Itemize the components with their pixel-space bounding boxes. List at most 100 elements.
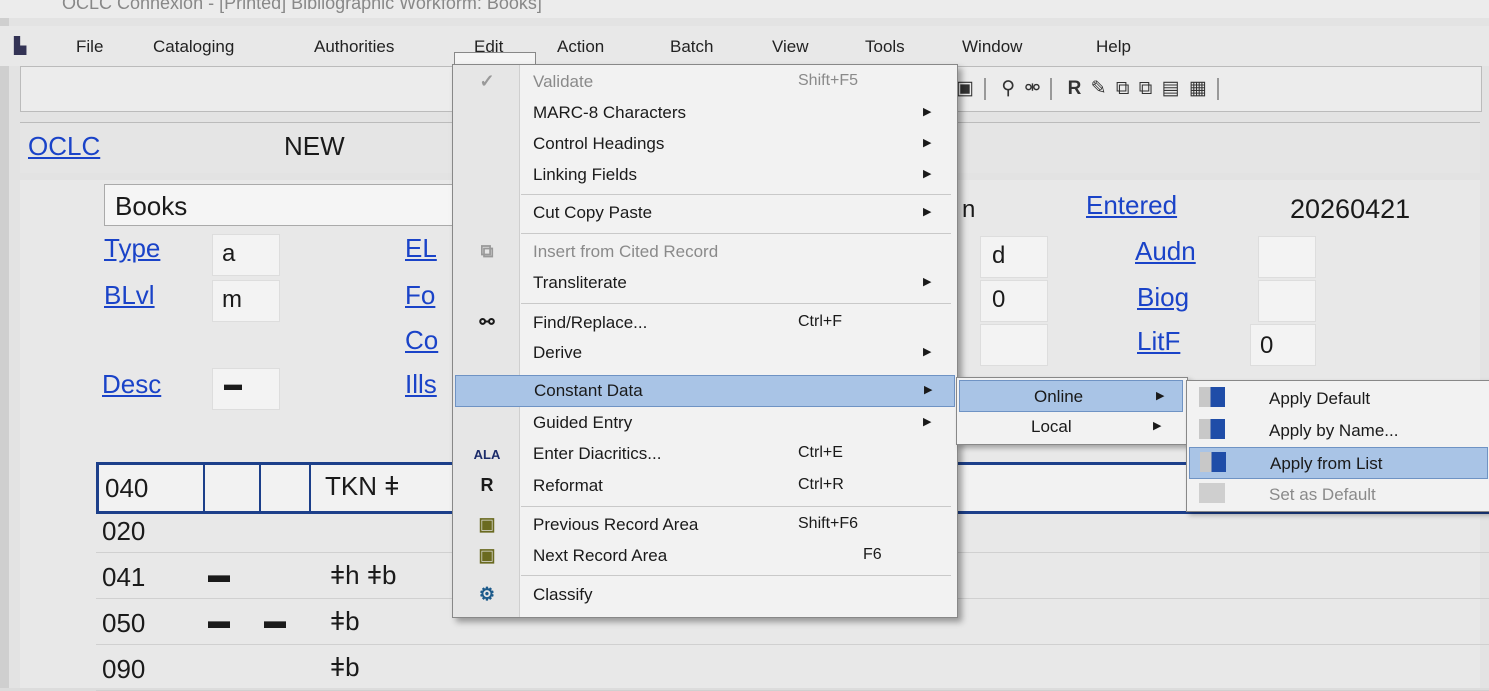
apply-default-icon <box>1199 387 1225 407</box>
field-desc-label[interactable]: Desc <box>102 369 161 400</box>
submenu-arrow-icon: ▶ <box>1156 390 1165 402</box>
menu-item-derive[interactable]: Derive ▶ <box>453 338 957 368</box>
menu-view[interactable]: View <box>772 37 809 57</box>
marc-tag: 040 <box>105 473 149 503</box>
menu-item-control-headings[interactable]: Control Headings ▶ <box>453 129 957 159</box>
menu-edit[interactable]: Edit <box>474 37 503 57</box>
oclc-link[interactable]: OCLC <box>28 131 100 162</box>
menu-item-guided-entry[interactable]: Guided Entry ▶ <box>453 408 957 438</box>
menu-item-linking-fields[interactable]: Linking Fields ▶ <box>453 160 957 190</box>
menu-item-next-record-area[interactable]: ▣ Next Record Area F6 <box>453 541 957 571</box>
menu-bar: ▙ File Cataloging Authorities Edit Actio… <box>0 26 1489 95</box>
marc-content[interactable]: ǂb <box>330 606 360 637</box>
field-litf-label[interactable]: LitF <box>1137 326 1180 357</box>
field-litf-value: 0 <box>1260 332 1274 359</box>
menu-item-constant-data[interactable]: Constant Data ▶ <box>455 375 955 407</box>
menu-item-classify[interactable]: ⚙ Classify <box>453 580 957 610</box>
menu-action[interactable]: Action <box>557 37 604 57</box>
field-conf-box[interactable] <box>980 280 1048 322</box>
menu-item-find-replace[interactable]: ⚯ Find/Replace... Ctrl+F <box>453 308 957 338</box>
menu-help[interactable]: Help <box>1096 37 1131 57</box>
submenu-item-apply-default[interactable]: Apply Default <box>1187 383 1489 413</box>
marc-ind1[interactable]: ▬ <box>208 608 230 634</box>
find-next-icon[interactable]: ⚮ <box>1024 78 1042 99</box>
field-audn-box[interactable] <box>1258 236 1316 278</box>
menu-cataloging[interactable]: Cataloging <box>153 37 234 57</box>
title-bar: OCLC Connexion - [Printed] Bibliographic… <box>0 0 1489 18</box>
field-audn-label[interactable]: Audn <box>1135 236 1196 267</box>
submenu-arrow-icon: ▶ <box>923 106 932 118</box>
apply-from-list-icon <box>1200 452 1226 472</box>
find-icon[interactable]: ⚲ <box>1001 78 1017 99</box>
paste-icon[interactable]: ⧉ <box>1139 78 1155 99</box>
submenu-item-apply-by-name[interactable]: Apply by Name... <box>1187 415 1489 445</box>
online-submenu: Apply Default Apply by Name... Apply fro… <box>1186 380 1489 512</box>
submenu-arrow-icon: ▶ <box>923 168 932 180</box>
field-type-label[interactable]: Type <box>104 233 160 264</box>
submenu-arrow-icon: ▶ <box>923 416 932 428</box>
menu-item-reformat[interactable]: R Reformat Ctrl+R <box>453 471 957 501</box>
marc-content[interactable]: ǂb <box>330 652 360 683</box>
field-biog-box[interactable] <box>1258 280 1316 322</box>
menu-batch[interactable]: Batch <box>670 37 713 57</box>
field-entered-value: 20260421 <box>1290 194 1411 224</box>
field-blvl-label[interactable]: BLvl <box>104 280 155 311</box>
submenu-arrow-icon: ▶ <box>923 206 932 218</box>
submenu-item-local[interactable]: Local ▶ <box>957 411 1185 441</box>
submenu-arrow-icon: ▶ <box>1153 420 1162 432</box>
edit-menu: ✓ Validate Shift+F5 MARC-8 Characters ▶ C… <box>452 64 958 618</box>
validate-icon[interactable]: ▣ <box>956 78 976 99</box>
marc-row-090[interactable]: 090 ǂb <box>96 646 1489 691</box>
submenu-item-set-as-default[interactable]: Set as Default <box>1187 479 1489 509</box>
menu-item-validate[interactable]: ✓ Validate Shift+F5 <box>453 67 957 97</box>
menu-authorities[interactable]: Authorities <box>314 37 394 57</box>
workform-type: Books <box>104 184 466 226</box>
toolbar-icons: ▣ ⚲ ⚮ R ✎ ⧉ ⧉ ▤ ▦ <box>956 77 1227 100</box>
menu-item-cut-copy-paste[interactable]: Cut Copy Paste ▶ <box>453 198 957 228</box>
marc-ind2[interactable]: ▬ <box>264 608 286 634</box>
submenu-arrow-icon: ▶ <box>923 137 932 149</box>
menu-item-marc8[interactable]: MARC-8 Characters ▶ <box>453 98 957 128</box>
list-icon[interactable]: ▦ <box>1189 78 1209 99</box>
field-biog-label[interactable]: Biog <box>1137 282 1189 313</box>
reformat-icon[interactable]: R <box>1068 78 1084 99</box>
field-fest-box[interactable] <box>980 324 1048 366</box>
menu-item-previous-record-area[interactable]: ▣ Previous Record Area Shift+F6 <box>453 510 957 540</box>
field-conf-value: 0 <box>992 286 1006 313</box>
menu-tools[interactable]: Tools <box>865 37 905 57</box>
ala-icon: ALA <box>473 447 501 462</box>
submenu-item-online[interactable]: Online ▶ <box>959 380 1183 412</box>
window-title: OCLC Connexion - [Printed] Bibliographic… <box>62 0 542 13</box>
apply-by-name-icon <box>1199 419 1225 439</box>
field-entered-label[interactable]: Entered <box>1086 190 1177 221</box>
marc-content[interactable]: TKN ǂ <box>325 471 399 502</box>
menu-item-enter-diacritics[interactable]: ALA Enter Diacritics... Ctrl+E <box>453 439 957 469</box>
previous-area-icon: ▣ <box>478 514 496 534</box>
menu-item-transliterate[interactable]: Transliterate ▶ <box>453 268 957 298</box>
insert-cited-icon: ⧉ <box>480 241 494 261</box>
menu-file[interactable]: File <box>76 37 103 57</box>
next-area-icon: ▣ <box>478 545 496 565</box>
field-desc-value: ▬ <box>224 374 242 394</box>
workform-label: Books <box>115 191 188 221</box>
marc-ind1[interactable]: ▬ <box>208 562 230 588</box>
app-icon: ▙ <box>14 38 27 55</box>
field-ills-label[interactable]: Ills <box>405 369 437 400</box>
field-cont-label[interactable]: Co <box>405 325 438 356</box>
submenu-arrow-icon: ▶ <box>924 384 933 396</box>
field-blvl-value: m <box>222 286 242 313</box>
control-headings-icon[interactable]: ✎ <box>1091 78 1109 99</box>
submenu-arrow-icon: ▶ <box>923 276 932 288</box>
field-srce-box[interactable] <box>980 236 1048 278</box>
field-lang-partial: n <box>962 196 976 223</box>
menu-item-insert-cited[interactable]: ⧉ Insert from Cited Record <box>453 237 957 267</box>
marc-tag: 041 <box>102 562 146 592</box>
marc-content[interactable]: ǂh ǂb <box>330 560 397 591</box>
submenu-item-apply-from-list[interactable]: Apply from List <box>1189 447 1488 479</box>
field-form-label[interactable]: Fo <box>405 280 435 311</box>
classify-icon[interactable]: ▤ <box>1162 78 1182 99</box>
copy-icon[interactable]: ⧉ <box>1116 78 1132 99</box>
field-desc-box[interactable] <box>212 368 280 410</box>
menu-window[interactable]: Window <box>962 37 1022 57</box>
field-el-label[interactable]: EL <box>405 233 437 264</box>
